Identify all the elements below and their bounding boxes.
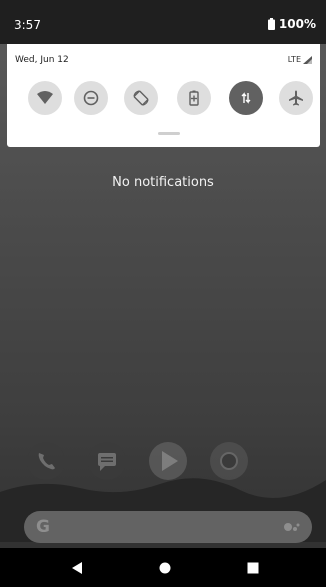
mobile-data-icon bbox=[241, 92, 251, 104]
do-not-disturb-tile[interactable] bbox=[74, 81, 108, 115]
battery-saver-icon bbox=[189, 90, 199, 106]
signal-strength-icon bbox=[303, 55, 312, 64]
do-not-disturb-icon bbox=[83, 90, 99, 106]
phone-app[interactable] bbox=[26, 441, 66, 481]
battery-icon bbox=[267, 18, 275, 30]
auto-rotate-icon bbox=[133, 90, 149, 106]
play-store-app[interactable] bbox=[148, 441, 188, 481]
recents-button[interactable] bbox=[245, 560, 261, 576]
network-type-label: LTE bbox=[287, 55, 301, 64]
phone-screen: 3:57 100% Wed, Jun 12 LTE No notificatio… bbox=[0, 0, 326, 587]
status-right-group: 100% bbox=[267, 17, 316, 31]
play-store-icon bbox=[149, 442, 187, 480]
battery-percent: 100% bbox=[278, 17, 316, 31]
back-icon bbox=[72, 562, 82, 574]
phone-icon bbox=[27, 442, 65, 480]
qs-date[interactable]: Wed, Jun 12 bbox=[15, 55, 69, 65]
chrome-icon bbox=[210, 442, 248, 480]
airplane-icon bbox=[289, 90, 303, 106]
wifi-icon bbox=[37, 91, 53, 104]
qs-tiles bbox=[7, 81, 320, 117]
home-icon bbox=[159, 562, 171, 574]
google-search-bar[interactable]: G bbox=[24, 511, 312, 543]
auto-rotate-tile[interactable] bbox=[124, 81, 158, 115]
google-g-logo: G bbox=[36, 517, 50, 537]
wifi-tile[interactable] bbox=[28, 81, 62, 115]
recents-icon bbox=[247, 562, 259, 574]
chrome-app[interactable] bbox=[209, 441, 249, 481]
no-notifications-text: No notifications bbox=[112, 175, 214, 190]
status-bar: 3:57 100% bbox=[0, 0, 326, 44]
status-time: 3:57 bbox=[14, 18, 41, 32]
qs-drag-handle[interactable] bbox=[158, 132, 180, 135]
messages-icon bbox=[88, 442, 126, 480]
quick-settings-panel: Wed, Jun 12 LTE bbox=[7, 44, 320, 147]
mic-icon[interactable] bbox=[282, 520, 300, 534]
back-button[interactable] bbox=[69, 560, 85, 576]
navigation-bar bbox=[0, 548, 326, 587]
battery-saver-tile[interactable] bbox=[177, 81, 211, 115]
mobile-data-tile[interactable] bbox=[229, 81, 263, 115]
home-button[interactable] bbox=[157, 560, 173, 576]
messages-app[interactable] bbox=[87, 441, 127, 481]
qs-signal-group: LTE bbox=[288, 55, 312, 64]
airplane-mode-tile[interactable] bbox=[279, 81, 313, 115]
